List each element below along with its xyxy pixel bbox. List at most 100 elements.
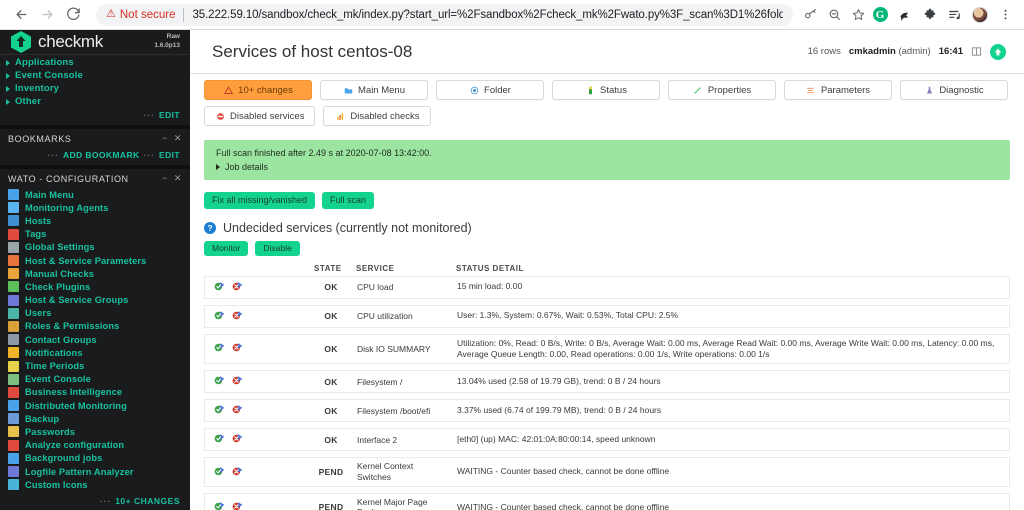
sidebar-item-analyze-configuration[interactable]: Analyze configuration: [0, 439, 190, 452]
tree-item-label: Other: [15, 96, 42, 107]
grammarly-icon[interactable]: G: [869, 4, 891, 26]
key-icon[interactable]: [799, 4, 821, 26]
sidebar-item-label: Business Intelligence: [25, 387, 123, 398]
puzzle-extensions-icon[interactable]: [919, 4, 941, 26]
monitor-button[interactable]: Monitor: [204, 240, 249, 256]
sidebar-item-label: Global Settings: [25, 242, 95, 253]
undecided-services-header: ? Undecided services (currently not moni…: [190, 215, 1024, 235]
bookmark-star-icon[interactable]: [847, 4, 869, 26]
disable-service-icon[interactable]: [231, 309, 244, 324]
sidebar-item-passwords[interactable]: Passwords: [0, 425, 190, 438]
tree-item-inventory[interactable]: Inventory: [0, 82, 190, 95]
snapin-wato-configuration: WATO - CONFIGURATION − ✕ Main Menu Monito…: [0, 169, 190, 510]
disable-service-icon[interactable]: [231, 500, 244, 510]
toolbar-button-folder[interactable]: Folder: [436, 80, 544, 100]
help-book-icon[interactable]: [971, 46, 982, 57]
add-bookmark-link[interactable]: ADD BOOKMARK: [63, 150, 140, 160]
toolbar-button-main-menu[interactable]: Main Menu: [320, 80, 428, 100]
bookmarks-edit-link[interactable]: EDIT: [159, 150, 180, 160]
tree-item-applications[interactable]: Applications: [0, 56, 190, 69]
sidebar-item-business-intelligence[interactable]: Business Intelligence: [0, 386, 190, 399]
disable-service-icon[interactable]: [231, 403, 244, 418]
disable-service-icon[interactable]: [231, 432, 244, 447]
status-badge: OK: [310, 275, 352, 299]
monitor-service-icon[interactable]: [213, 403, 226, 418]
monitor-service-icon[interactable]: [213, 500, 226, 510]
sidebar-item-manual-checks[interactable]: Manual Checks: [0, 267, 190, 280]
toolbar-button-parameters[interactable]: Parameters: [784, 80, 892, 100]
checkmk-up-icon[interactable]: [990, 43, 1006, 60]
disable-button[interactable]: Disable: [255, 240, 300, 256]
forward-arrow-icon[interactable]: [34, 2, 60, 28]
minimize-icon[interactable]: −: [162, 133, 168, 144]
tree-item-other[interactable]: Other: [0, 95, 190, 108]
monitor-service-icon[interactable]: [213, 432, 226, 447]
profile-avatar[interactable]: [969, 4, 991, 26]
toolbar-button-properties[interactable]: Properties: [668, 80, 776, 100]
toolbar-button-diagnostic[interactable]: Diagnostic: [900, 80, 1008, 100]
sidebar-item-check-plugins[interactable]: Check Plugins: [0, 280, 190, 293]
disable-service-icon[interactable]: [231, 341, 244, 356]
disable-service-icon[interactable]: [231, 374, 244, 389]
disable-service-icon[interactable]: [231, 465, 244, 480]
monitor-service-icon[interactable]: [213, 374, 226, 389]
reading-list-icon[interactable]: [944, 4, 966, 26]
toolbar-button-status[interactable]: Status: [552, 80, 660, 100]
close-icon[interactable]: ✕: [174, 133, 182, 144]
full-scan-button[interactable]: Full scan: [322, 191, 375, 209]
monitor-service-icon[interactable]: [213, 309, 226, 324]
checkmk-logo-row[interactable]: checkmk Raw 1.6.0p13: [0, 30, 190, 55]
checkmk-app: checkmk Raw 1.6.0p13 Applications Event …: [0, 30, 1024, 510]
service-name-cell: Disk IO SUMMARY: [352, 333, 452, 365]
folder-blue-icon: [8, 189, 19, 201]
sidebar-item-monitoring-agents[interactable]: Monitoring Agents: [0, 201, 190, 214]
sidebar-item-roles-permissions[interactable]: Roles & Permissions: [0, 320, 190, 333]
chrome-menu-icon[interactable]: [994, 4, 1016, 26]
toolbar-button-disabled-checks[interactable]: Disabled checks: [323, 106, 432, 126]
sidebar-item-host-service-groups[interactable]: Host & Service Groups: [0, 294, 190, 307]
sidebar-item-global-settings[interactable]: Global Settings: [0, 241, 190, 254]
row-spacer-cell: [282, 304, 310, 328]
sidebar-item-host-service-parameters[interactable]: Host & Service Parameters: [0, 254, 190, 267]
omnibox-actions: [799, 4, 869, 26]
fix-all-missing-vanished-button[interactable]: Fix all missing/vanished: [204, 191, 316, 209]
sidebar-item-tags[interactable]: Tags: [0, 228, 190, 241]
address-bar[interactable]: ⚠ Not secure 35.222.59.10/sandbox/check_…: [96, 3, 793, 26]
sidebar-item-event-console[interactable]: Event Console: [0, 373, 190, 386]
sidebar-item-contact-groups[interactable]: Contact Groups: [0, 333, 190, 346]
disable-service-icon[interactable]: [231, 280, 244, 295]
close-icon[interactable]: ✕: [174, 173, 182, 184]
bookmarks-actions: ··· ADD BOOKMARK ··· EDIT: [0, 147, 190, 165]
toolbar-button-10-changes[interactable]: 10+ changes: [204, 80, 312, 100]
status-detail-cell: [eth0] (up) MAC: 42:01:0A:80:00:14, spee…: [452, 428, 1010, 452]
back-arrow-icon[interactable]: [8, 2, 34, 28]
sidebar-item-custom-icons[interactable]: Custom Icons: [0, 478, 190, 491]
sidebar-item-logfile-pattern-analyzer[interactable]: Logfile Pattern Analyzer: [0, 465, 190, 478]
sidebar-item-hosts[interactable]: Hosts: [0, 214, 190, 227]
sidebar-item-time-periods[interactable]: Time Periods: [0, 359, 190, 372]
toolbar-button-disabled-services[interactable]: Disabled services: [204, 106, 316, 126]
row-spacer-cell: [282, 399, 310, 423]
tree-item-event-console[interactable]: Event Console: [0, 69, 190, 82]
sidebar-item-background-jobs[interactable]: Background jobs: [0, 452, 190, 465]
monitor-service-icon[interactable]: [213, 341, 226, 356]
monitor-service-icon[interactable]: [213, 280, 226, 295]
sidebar-item-main-menu[interactable]: Main Menu: [0, 188, 190, 201]
extension-bird-icon[interactable]: [894, 4, 916, 26]
minimize-icon[interactable]: −: [162, 173, 168, 184]
wato-changes-row[interactable]: ··· 10+ CHANGES: [0, 493, 190, 510]
toolbar-button-label: Disabled checks: [350, 110, 420, 122]
version-label: 1.6.0p13: [154, 42, 180, 49]
chevron-right-icon: [216, 163, 220, 170]
views-edit-row[interactable]: ··· EDIT: [0, 108, 190, 123]
sidebar-item-distributed-monitoring[interactable]: Distributed Monitoring: [0, 399, 190, 412]
sidebar-item-users[interactable]: Users: [0, 307, 190, 320]
monitor-service-icon[interactable]: [213, 465, 226, 480]
sidebar-item-backup[interactable]: Backup: [0, 412, 190, 425]
reload-icon[interactable]: [60, 2, 86, 28]
gear-icon: [8, 241, 19, 253]
sidebar-item-notifications[interactable]: Notifications: [0, 346, 190, 359]
zoom-out-icon[interactable]: [823, 4, 845, 26]
current-user-label[interactable]: cmkadmin (admin): [849, 46, 931, 57]
job-details-toggle[interactable]: Job details: [216, 162, 1000, 172]
